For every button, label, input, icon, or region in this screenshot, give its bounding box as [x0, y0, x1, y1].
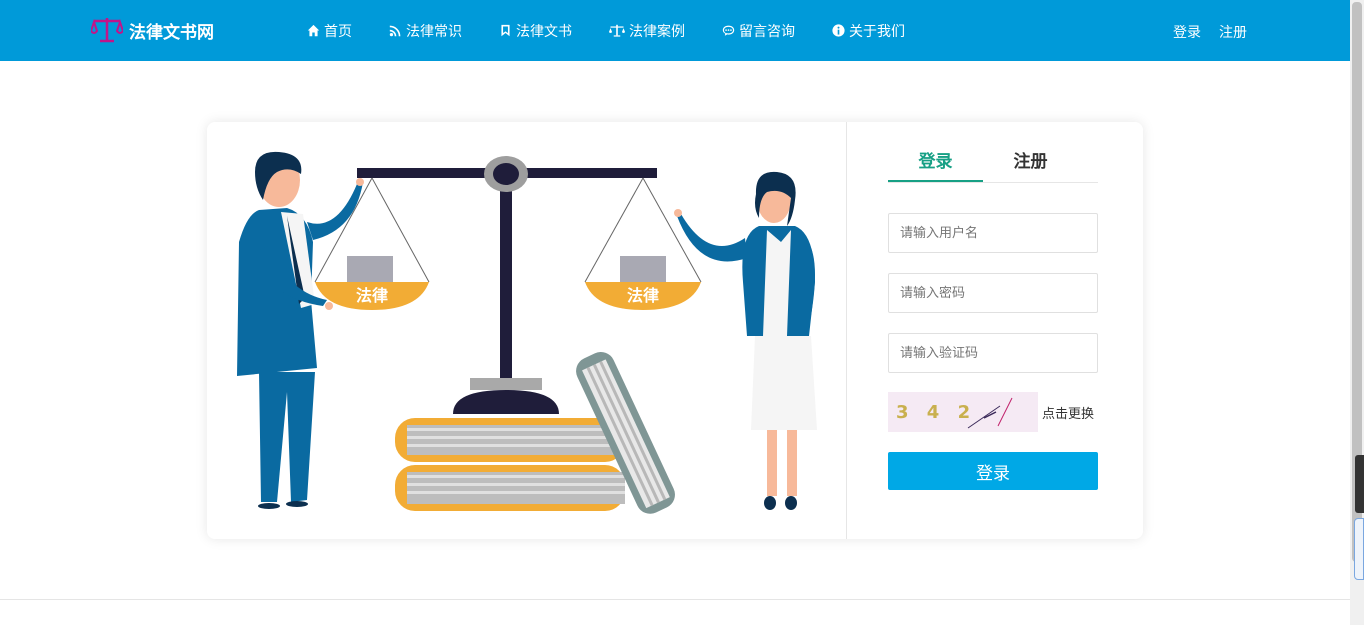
brand-logo[interactable]: 法律文书网	[91, 16, 214, 44]
chat-icon	[722, 25, 735, 36]
side-widget[interactable]	[1355, 455, 1364, 513]
header-login-link[interactable]: 登录	[1173, 22, 1201, 42]
side-widget-panel[interactable]	[1354, 518, 1364, 580]
nav-item-legal-documents[interactable]: 法律文书	[499, 21, 572, 41]
rss-icon	[389, 25, 401, 37]
tab-register[interactable]: 注册	[983, 144, 1078, 182]
tab-login[interactable]: 登录	[888, 144, 983, 182]
nav-label: 关于我们	[849, 23, 905, 40]
top-navbar: 法律文书网 首页 法律常识 法律文书 法律案例 留言咨询 关于我们 登录 注册	[0, 0, 1350, 61]
scale-of-justice-illustration: 法律 法律	[237, 151, 817, 514]
nav-item-legal-knowledge[interactable]: 法律常识	[389, 21, 462, 41]
nav-label: 法律文书	[516, 23, 572, 40]
nav-item-consultation[interactable]: 留言咨询	[722, 21, 795, 41]
brand-name: 法律文书网	[129, 22, 214, 43]
captcha-input[interactable]	[888, 333, 1098, 373]
justice-illustration: 法律 法律	[207, 122, 847, 539]
left-pan-label: 法律	[356, 286, 388, 305]
captcha-row: 3 4 2 点击更换	[888, 392, 1098, 432]
nav-item-about-us[interactable]: 关于我们	[832, 21, 905, 41]
username-input[interactable]	[888, 213, 1098, 253]
nav-label: 首页	[324, 23, 352, 40]
home-icon	[307, 24, 320, 37]
scale-icon	[609, 24, 625, 37]
captcha-refresh-link[interactable]: 点击更换	[1042, 403, 1094, 422]
login-form: 登录 注册 3 4 2 点击更换 登录	[888, 144, 1098, 490]
login-card: 法律 法律 登录 注册 请输入用户名 请输入验证码 3 4 2 点击更换 登录	[207, 122, 1143, 539]
nav-item-legal-cases[interactable]: 法律案例	[609, 21, 685, 41]
password-input[interactable]	[888, 273, 1098, 313]
footer-divider	[0, 599, 1350, 600]
header-auth-links: 登录 注册	[1173, 22, 1247, 42]
captcha-image[interactable]: 3 4 2	[888, 392, 1038, 432]
header-register-link[interactable]: 注册	[1219, 22, 1247, 42]
scale-logo-icon	[91, 18, 123, 43]
login-submit-button[interactable]: 登录	[888, 452, 1098, 490]
nav-label: 留言咨询	[739, 23, 795, 40]
captcha-text: 3 4 2	[896, 402, 976, 423]
auth-tabs: 登录 注册	[888, 144, 1098, 183]
right-pan-label: 法律	[627, 286, 659, 305]
nav-label: 法律常识	[406, 23, 462, 40]
nav-label: 法律案例	[629, 23, 685, 40]
bookmark-icon	[501, 24, 510, 37]
main-nav: 首页 法律常识 法律文书 法律案例 留言咨询 关于我们	[307, 0, 942, 61]
info-icon	[832, 24, 845, 37]
nav-item-home[interactable]: 首页	[307, 21, 352, 41]
